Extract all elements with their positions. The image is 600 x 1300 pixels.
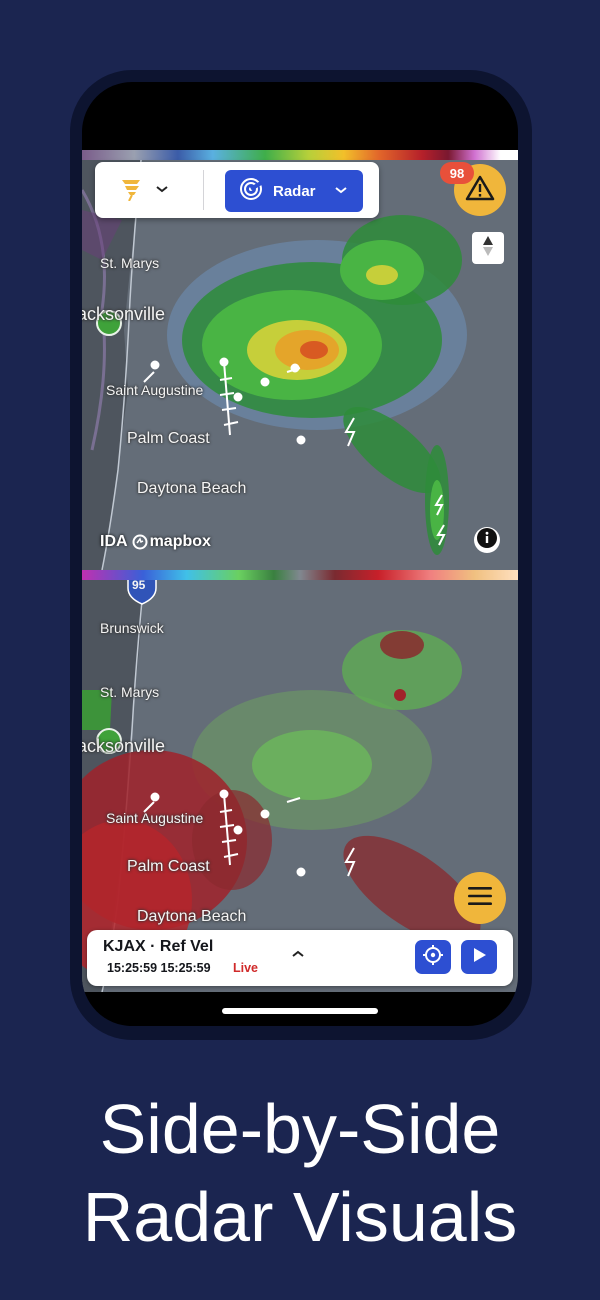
city-label: Saint Augustine xyxy=(106,382,204,398)
city-label: Daytona Beach xyxy=(137,480,247,497)
velocity-color-scale xyxy=(82,570,518,580)
radar-icon xyxy=(239,177,263,206)
city-label: St. Marys xyxy=(100,255,160,271)
scan-times: 15:25:59 15:25:59 xyxy=(107,961,211,975)
city-label: Saint Augustine xyxy=(106,810,204,826)
city-label: Jacksonville xyxy=(82,304,166,324)
mapbox-wordmark: mapbox xyxy=(149,533,211,550)
city-label: Palm Coast xyxy=(127,858,210,875)
reflectivity-color-scale xyxy=(82,150,518,160)
layer-selector-button[interactable] xyxy=(105,172,189,208)
headline-line-1: Side-by-Side xyxy=(99,1090,501,1168)
radar-mode-button[interactable]: Radar xyxy=(225,170,363,212)
city-label: Jacksonville xyxy=(82,736,166,756)
radar-mode-label: Radar xyxy=(273,182,316,200)
compass-north-icon xyxy=(481,235,495,262)
phone-screen: St. Marys Jacksonville Saint Augustine P… xyxy=(82,82,518,1026)
city-label: Brunswick xyxy=(100,620,164,636)
marketing-headline: Side-by-Side Radar Visuals xyxy=(0,1085,600,1261)
play-button[interactable] xyxy=(461,940,497,974)
crosshair-icon xyxy=(422,944,444,971)
chevron-down-icon xyxy=(334,182,348,200)
play-icon xyxy=(470,946,488,969)
locate-button[interactable] xyxy=(415,940,451,974)
storm-layer-icon xyxy=(119,175,145,206)
map-attribution[interactable]: IDA mapbox xyxy=(100,533,211,551)
hamburger-menu-icon xyxy=(467,885,493,912)
menu-button[interactable] xyxy=(454,872,506,924)
city-label: St. Marys xyxy=(100,684,160,700)
radar-status-panel[interactable]: KJAX · Ref Vel 15:25:59 15:25:59 Live xyxy=(87,930,513,986)
live-indicator: Live xyxy=(233,961,259,975)
interstate-shield-label: 95 xyxy=(132,580,146,592)
station-label: KJAX · Ref Vel xyxy=(103,938,214,955)
chevron-up-icon[interactable] xyxy=(291,946,305,964)
compass-button[interactable] xyxy=(472,232,504,264)
city-label: Daytona Beach xyxy=(137,908,247,925)
home-indicator[interactable] xyxy=(222,1008,378,1014)
chevron-down-icon xyxy=(155,181,169,199)
alert-count-badge: 98 xyxy=(440,162,474,184)
top-toolbar: Radar xyxy=(95,162,379,218)
overlay-label-fragment: IDA xyxy=(100,533,128,550)
city-label: Palm Coast xyxy=(127,430,210,447)
toolbar-divider xyxy=(203,170,204,210)
info-icon xyxy=(476,527,498,554)
info-button[interactable] xyxy=(474,527,500,553)
mapbox-logo: mapbox xyxy=(132,533,211,551)
headline-line-2: Radar Visuals xyxy=(82,1178,518,1256)
